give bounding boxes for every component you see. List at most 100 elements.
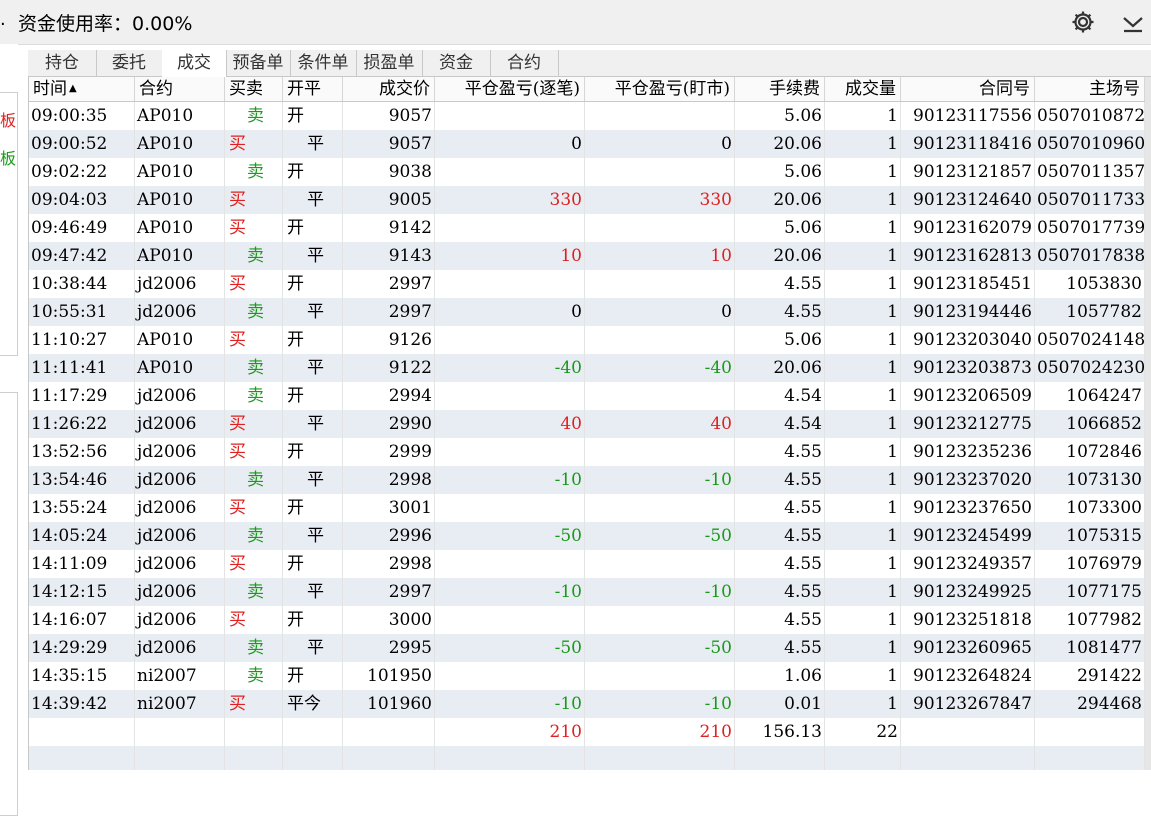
cell-close-pnl-mtm — [585, 438, 735, 466]
left-label-top[interactable]: 板 — [0, 107, 16, 131]
tab-1[interactable]: 委托 — [96, 50, 163, 76]
table-row[interactable]: 14:11:09 jd2006 买开 2998 4.55 1 90123249357 1076… — [29, 550, 1145, 578]
column-header-volume[interactable]: 成交量 — [825, 77, 901, 101]
cell-contract: jd2006 — [135, 494, 225, 522]
cell-time: 11:26:22 — [29, 410, 135, 438]
cell-fee: 4.55 — [735, 298, 825, 326]
column-header-open-close[interactable]: 开平 — [283, 77, 343, 101]
cell-close-pnl-trade — [435, 326, 585, 354]
cell-price: 2997 — [343, 578, 435, 606]
cell-time: 09:02:22 — [29, 158, 135, 186]
cell-volume: 22 — [825, 718, 901, 746]
column-header-contract-no[interactable]: 合同号 — [901, 77, 1035, 101]
cell-close-pnl-mtm: -10 — [585, 466, 735, 494]
cell-price: 9126 — [343, 326, 435, 354]
gear-icon[interactable] — [1070, 9, 1096, 35]
cell-close-pnl-mtm — [585, 214, 735, 242]
cell-time: 14:39:42 — [29, 690, 135, 718]
cell-side: 买 — [225, 494, 283, 522]
empty-cell — [225, 746, 283, 770]
cell-side: 买 — [225, 438, 283, 466]
column-header-close-pnl-trade[interactable]: 平仓盈亏(逐笔) — [435, 77, 585, 101]
tab-6[interactable]: 资金 — [422, 50, 491, 76]
column-header-label: 开平 — [287, 79, 321, 99]
cell-side: 买 — [225, 130, 283, 158]
table-row[interactable]: 11:10:27 AP010 买开 9126 5.06 1 90123203040 05070… — [29, 326, 1145, 354]
left-side-panel: 板 板 — [0, 44, 18, 816]
column-header-exchange-no[interactable]: 主场号 — [1035, 77, 1145, 101]
cell-open-close: 平 — [283, 578, 343, 606]
table-row[interactable]: 14:05:24 jd2006 卖平 2996 -50 -50 4.55 1 901232454… — [29, 522, 1145, 550]
cell-close-pnl-trade: -40 — [435, 354, 585, 382]
cell-price: 9038 — [343, 158, 435, 186]
cell-close-pnl-trade: 10 — [435, 242, 585, 270]
cell-side: 卖 — [225, 522, 283, 550]
cell-price: 9005 — [343, 186, 435, 214]
cell-fee: 20.06 — [735, 354, 825, 382]
cell-exchange-no: 1057782 — [1035, 298, 1145, 326]
column-header-time[interactable]: 时间 ▲ — [29, 77, 135, 101]
table-row[interactable]: 09:00:35 AP010 卖开 9057 5.06 1 90123117556 05070… — [29, 102, 1145, 130]
tab-5[interactable]: 损盈单 — [356, 50, 423, 76]
totals-row[interactable]: 210 210 156.13 22 — [29, 718, 1145, 746]
column-header-price[interactable]: 成交价 — [343, 77, 435, 101]
left-label-mid[interactable]: 板 — [0, 145, 16, 169]
vertical-scrollbar[interactable] — [1145, 77, 1151, 770]
cell-side: 买 — [225, 214, 283, 242]
cell-volume: 1 — [825, 550, 901, 578]
tab-7[interactable]: 合约 — [490, 50, 559, 76]
table-row[interactable]: 14:35:15 ni2007 卖开 101950 1.06 1 90123264824 29… — [29, 662, 1145, 690]
cell-price: 3000 — [343, 606, 435, 634]
cell-close-pnl-mtm: -50 — [585, 522, 735, 550]
table-row[interactable]: 14:29:29 jd2006 卖平 2995 -50 -50 4.55 1 901232609… — [29, 634, 1145, 662]
table-row[interactable]: 14:39:42 ni2007 买平今 101960 -10 -10 0.01 1 901232… — [29, 690, 1145, 718]
table-row[interactable]: 14:16:07 jd2006 买开 3000 4.55 1 90123251818 1077… — [29, 606, 1145, 634]
chevron-down-icon[interactable] — [1120, 9, 1146, 35]
table-row[interactable]: 09:47:42 AP010 卖平 9143 10 10 20.06 1 90123162813… — [29, 242, 1145, 270]
cell-fee: 156.13 — [735, 718, 825, 746]
cell-time: 13:55:24 — [29, 494, 135, 522]
cell-side: 卖 — [225, 634, 283, 662]
cell-fee: 5.06 — [735, 158, 825, 186]
column-header-fee[interactable]: 手续费 — [735, 77, 825, 101]
table-row[interactable]: 11:11:41 AP010 卖平 9122 -40 -40 20.06 1 901232038… — [29, 354, 1145, 382]
cell-time: 14:11:09 — [29, 550, 135, 578]
cell-exchange-no: 05070109607 — [1035, 130, 1145, 158]
cell-price: 2997 — [343, 270, 435, 298]
table-row[interactable]: 10:55:31 jd2006 卖平 2997 0 0 4.55 1 90123194446 10… — [29, 298, 1145, 326]
table-row[interactable]: 11:17:29 jd2006 卖开 2994 4.54 1 90123206509 1064… — [29, 382, 1145, 410]
cell-fee: 4.55 — [735, 466, 825, 494]
cell-contract-no: 90123118416 — [901, 130, 1035, 158]
left-panel-box-top: 板 板 — [0, 92, 18, 356]
cell-contract-no: 90123185451 — [901, 270, 1035, 298]
cell-fee: 4.55 — [735, 522, 825, 550]
tab-2[interactable]: 成交 — [162, 50, 227, 77]
table-row[interactable]: 09:00:52 AP010 买平 9057 0 0 20.06 1 90123118416 05… — [29, 130, 1145, 158]
cell-volume: 1 — [825, 326, 901, 354]
cell-price — [343, 718, 435, 746]
cell-side: 买 — [225, 410, 283, 438]
column-header-side[interactable]: 买卖 — [225, 77, 283, 101]
cell-close-pnl-mtm: 10 — [585, 242, 735, 270]
table-row[interactable]: 14:12:15 jd2006 卖平 2997 -10 -10 4.55 1 901232499… — [29, 578, 1145, 606]
table-row[interactable]: 13:52:56 jd2006 买开 2999 4.55 1 90123235236 1072… — [29, 438, 1145, 466]
table-row[interactable]: 11:26:22 jd2006 买平 2990 40 40 4.54 1 90123212775… — [29, 410, 1145, 438]
empty-cell — [1035, 746, 1145, 770]
table-row[interactable]: 13:55:24 jd2006 买开 3001 4.55 1 90123237650 1073… — [29, 494, 1145, 522]
cell-exchange-no: 1053830 — [1035, 270, 1145, 298]
table-row[interactable]: 09:04:03 AP010 买平 9005 330 330 20.06 1 901231246… — [29, 186, 1145, 214]
tab-0[interactable]: 持仓 — [28, 50, 97, 76]
column-header-contract[interactable]: 合约 — [135, 77, 225, 101]
table-row[interactable]: 13:54:46 jd2006 卖平 2998 -10 -10 4.55 1 901232370… — [29, 466, 1145, 494]
table-row[interactable]: 09:02:22 AP010 卖开 9038 5.06 1 90123121857 05070… — [29, 158, 1145, 186]
cell-price: 9142 — [343, 214, 435, 242]
cell-fee: 4.54 — [735, 410, 825, 438]
tab-3[interactable]: 预备单 — [226, 50, 291, 76]
cell-exchange-no: 05070178385 — [1035, 242, 1145, 270]
table-row[interactable]: 10:38:44 jd2006 买开 2997 4.55 1 90123185451 1053… — [29, 270, 1145, 298]
cell-price: 2996 — [343, 522, 435, 550]
column-header-close-pnl-mtm[interactable]: 平仓盈亏(盯市) — [585, 77, 735, 101]
tab-4[interactable]: 条件单 — [290, 50, 357, 76]
table-row[interactable]: 09:46:49 AP010 买开 9142 5.06 1 90123162079 05070… — [29, 214, 1145, 242]
cell-open-close: 平 — [283, 354, 343, 382]
